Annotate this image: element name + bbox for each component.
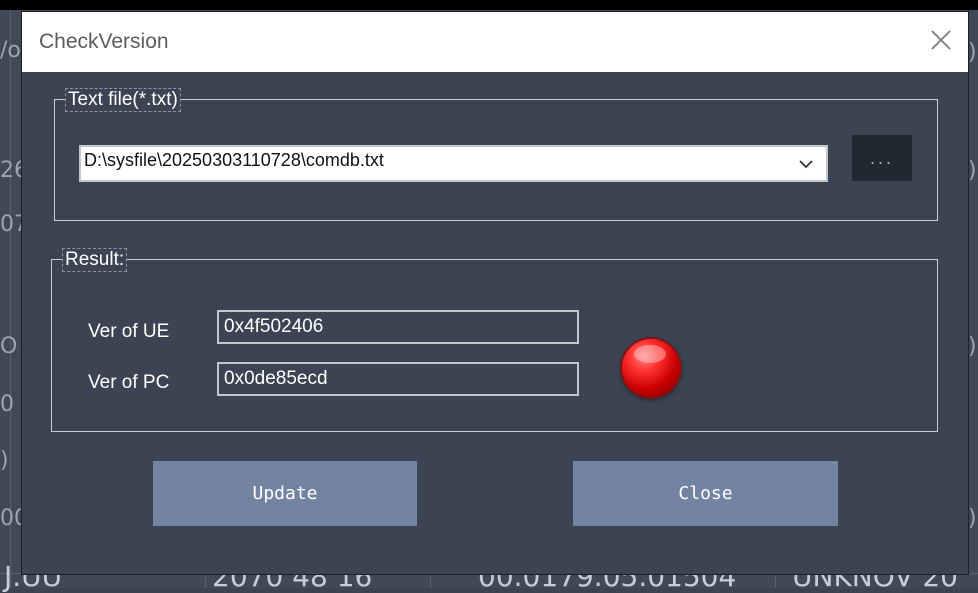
bg-left-fragment: 0 [0, 392, 14, 417]
bg-left-fragment: O [0, 334, 18, 359]
bg-right-fragment: ) [968, 506, 977, 531]
browse-button[interactable]: ... [852, 135, 912, 181]
status-indicator-led [622, 339, 680, 397]
ver-pc-field[interactable]: 0x0de85ecd [217, 362, 579, 396]
bg-right-fragment: ) [968, 334, 977, 359]
result-group-legend: Result: [62, 248, 128, 272]
result-group: Result: Ver of UE 0x4f502406 Ver of PC 0… [51, 248, 938, 432]
screen-top-edge [0, 0, 978, 10]
chevron-down-icon[interactable] [786, 147, 826, 180]
ver-pc-label: Ver of PC [88, 372, 170, 393]
ver-ue-field[interactable]: 0x4f502406 [217, 310, 579, 344]
bg-left-fragment: /o [0, 38, 21, 63]
bg-right-fragment: ) [968, 158, 977, 183]
file-path-combobox[interactable]: D:\sysfile\20250303110728\comdb.txt [79, 145, 828, 182]
grid-line [10, 0, 11, 588]
text-file-group-legend: Text file(*.txt) [65, 88, 181, 112]
file-path-value: D:\sysfile\20250303110728\comdb.txt [84, 150, 384, 170]
update-button[interactable]: Update [153, 461, 417, 526]
close-button[interactable]: Close [573, 461, 838, 526]
text-file-group: Text file(*.txt) D:\sysfile\202503031107… [54, 88, 938, 221]
ver-ue-label: Ver of UE [88, 321, 170, 342]
bg-left-fragment: ) [0, 448, 9, 473]
led-highlight [634, 345, 666, 363]
title-bar[interactable]: CheckVersion [22, 12, 968, 72]
window-title: CheckVersion [39, 30, 169, 53]
close-icon[interactable] [928, 27, 954, 53]
bg-right-fragment: ) [968, 40, 977, 65]
check-version-dialog: CheckVersion Text file(*.txt) D:\sysfile… [22, 12, 968, 574]
